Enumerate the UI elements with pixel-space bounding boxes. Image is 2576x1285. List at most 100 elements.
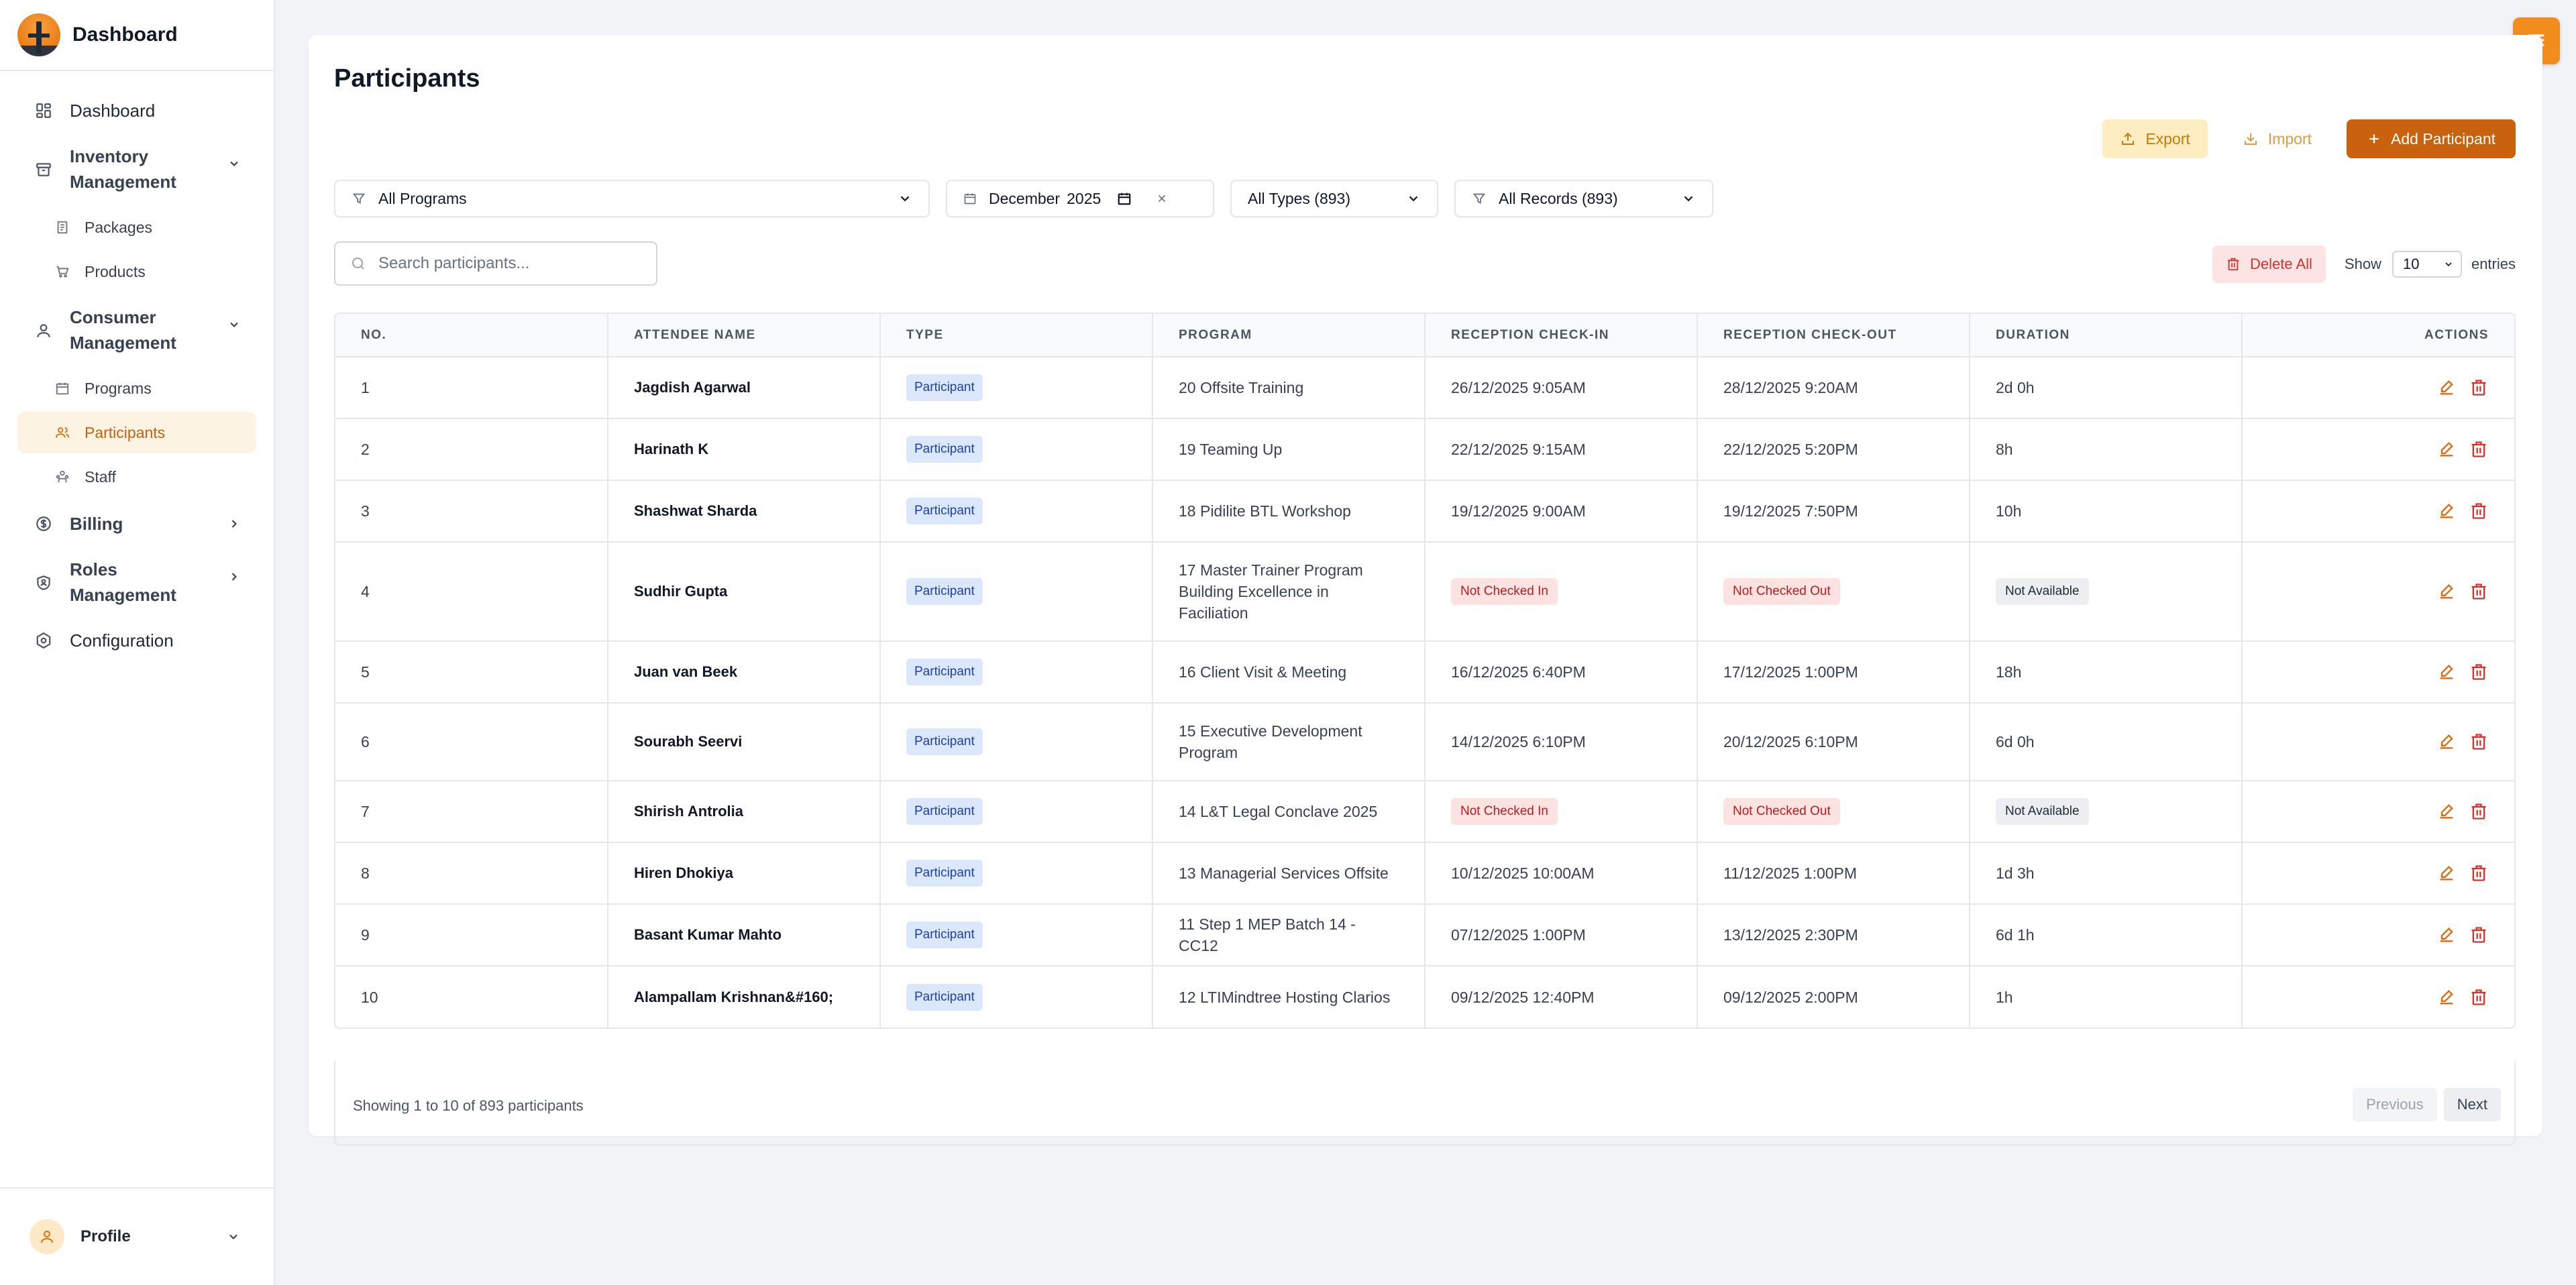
edit-icon[interactable] — [2436, 439, 2457, 459]
sidebar-group-inventory[interactable]: Inventory Management — [17, 134, 256, 204]
sidebar-item-dashboard[interactable]: Dashboard — [17, 87, 256, 134]
sidebar-item-packages[interactable]: Packages — [17, 207, 256, 248]
cell-program: 19 Teaming Up — [1152, 418, 1426, 481]
sidebar-group-roles[interactable]: Roles Management — [17, 547, 256, 617]
sidebar-item-participants[interactable]: Participants — [17, 412, 256, 453]
filter-icon — [352, 191, 366, 206]
calendar-picker-icon[interactable] — [1117, 191, 1132, 206]
status-badge: Not Checked In — [1451, 798, 1558, 825]
sidebar-item-label: Dashboard — [70, 100, 156, 121]
trash-icon[interactable] — [2469, 863, 2489, 883]
cell-program: 13 Managerial Services Offsite — [1152, 842, 1426, 905]
column-header[interactable]: NO. — [335, 314, 608, 357]
trash-icon[interactable] — [2469, 581, 2489, 602]
status-badge: Not Checked Out — [1723, 578, 1840, 605]
row-actions — [2268, 662, 2514, 682]
edit-icon[interactable] — [2436, 925, 2457, 945]
cell-actions — [2242, 480, 2514, 543]
edit-icon[interactable] — [2436, 581, 2457, 602]
pagination-info: Showing 1 to 10 of 893 participants — [353, 1097, 584, 1114]
cell-no: 7 — [335, 781, 608, 843]
status-badge: Not Checked Out — [1723, 798, 1840, 825]
edit-icon[interactable] — [2436, 501, 2457, 521]
entries-select[interactable]: 10 — [2392, 251, 2462, 278]
next-button[interactable]: Next — [2443, 1088, 2501, 1121]
trash-icon[interactable] — [2469, 925, 2489, 945]
trash-icon[interactable] — [2469, 732, 2489, 752]
trash-icon[interactable] — [2469, 987, 2489, 1007]
cell-actions — [2242, 781, 2514, 843]
shield-user-icon — [34, 570, 54, 596]
cell-no: 8 — [335, 842, 608, 905]
table-row: 5 Juan van Beek Participant 16 Client Visit… — [335, 641, 2514, 704]
plus-icon — [2367, 131, 2381, 146]
cell-check-in: 09/12/2025 12:40PM — [1425, 966, 1698, 1027]
edit-icon[interactable] — [2436, 863, 2457, 883]
type-badge: Participant — [906, 498, 983, 524]
sidebar-item-configuration[interactable]: Configuration — [17, 617, 256, 664]
types-filter[interactable]: All Types (893) — [1230, 180, 1438, 217]
records-filter-value: All Records (893) — [1499, 189, 1618, 207]
sidebar-group-consumer[interactable]: Consumer Management — [17, 295, 256, 365]
previous-button[interactable]: Previous — [2353, 1088, 2437, 1121]
chevron-down-icon — [2443, 259, 2454, 270]
records-filter[interactable]: All Records (893) — [1454, 180, 1713, 217]
filter-bar: All Programs December 2025 All Types (89… — [334, 180, 1713, 217]
cell-no: 2 — [335, 418, 608, 481]
cell-duration: 8h — [1970, 418, 2243, 481]
brand[interactable]: Dashboard — [0, 0, 274, 71]
export-button[interactable]: Export — [2102, 119, 2208, 158]
sidebar-item-programs[interactable]: Programs — [17, 368, 256, 409]
status-badge: Not Checked In — [1451, 578, 1558, 605]
trash-icon — [2226, 257, 2241, 272]
cell-check-in: 16/12/2025 6:40PM — [1425, 641, 1698, 704]
profile-menu[interactable]: Profile — [0, 1187, 274, 1285]
column-header[interactable]: ATTENDEE NAME — [608, 314, 881, 357]
trash-icon[interactable] — [2469, 662, 2489, 682]
participants-card: Participants Export Import Add Participa… — [309, 35, 2542, 1146]
programs-filter[interactable]: All Programs — [334, 180, 930, 217]
column-header[interactable]: RECEPTION CHECK-IN — [1425, 314, 1698, 357]
row-actions — [2268, 439, 2514, 459]
cell-duration: Not Available — [1970, 542, 2243, 642]
cell-no: 1 — [335, 357, 608, 419]
cell-check-in: Not Checked In — [1425, 542, 1698, 642]
cell-actions — [2242, 641, 2514, 704]
table-row: 8 Hiren Dhokiya Participant 13 Managerial S… — [335, 842, 2514, 905]
cell-check-in: Not Checked In — [1425, 781, 1698, 843]
column-header[interactable]: PROGRAM — [1152, 314, 1426, 357]
column-header[interactable]: TYPE — [880, 314, 1153, 357]
cell-program: 11 Step 1 MEP Batch 14 - CC12 — [1152, 904, 1426, 966]
trash-icon[interactable] — [2469, 801, 2489, 822]
import-button[interactable]: Import — [2225, 119, 2329, 158]
trash-icon[interactable] — [2469, 378, 2489, 398]
action-bar: Export Import Add Participant — [2102, 119, 2516, 158]
cell-type: Participant — [880, 842, 1153, 905]
sidebar: Dashboard Dashboard Inventory Management… — [0, 0, 275, 1285]
edit-icon[interactable] — [2436, 662, 2457, 682]
sidebar-item-billing[interactable]: Billing — [17, 500, 256, 547]
edit-icon[interactable] — [2436, 732, 2457, 752]
chevron-down-icon — [1681, 191, 1696, 206]
column-header[interactable]: DURATION — [1970, 314, 2243, 357]
cell-check-out: 20/12/2025 6:10PM — [1697, 703, 1970, 781]
delete-all-button[interactable]: Delete All — [2212, 245, 2326, 283]
column-header[interactable]: RECEPTION CHECK-OUT — [1697, 314, 1970, 357]
chevron-down-icon — [1406, 191, 1421, 206]
month-filter[interactable]: December 2025 — [946, 180, 1214, 217]
cell-check-in: 19/12/2025 9:00AM — [1425, 480, 1698, 543]
trash-icon[interactable] — [2469, 501, 2489, 521]
sidebar-item-products[interactable]: Products — [17, 251, 256, 292]
type-badge: Participant — [906, 374, 983, 401]
edit-icon[interactable] — [2436, 801, 2457, 822]
users-icon — [54, 424, 71, 441]
search-input[interactable] — [378, 254, 640, 273]
add-participant-button[interactable]: Add Participant — [2347, 119, 2516, 158]
edit-icon[interactable] — [2436, 378, 2457, 398]
cell-actions — [2242, 904, 2514, 966]
sidebar-item-staff[interactable]: Staff — [17, 456, 256, 498]
clear-icon[interactable] — [1156, 192, 1168, 205]
trash-icon[interactable] — [2469, 439, 2489, 459]
cell-check-in: 14/12/2025 6:10PM — [1425, 703, 1698, 781]
edit-icon[interactable] — [2436, 987, 2457, 1007]
